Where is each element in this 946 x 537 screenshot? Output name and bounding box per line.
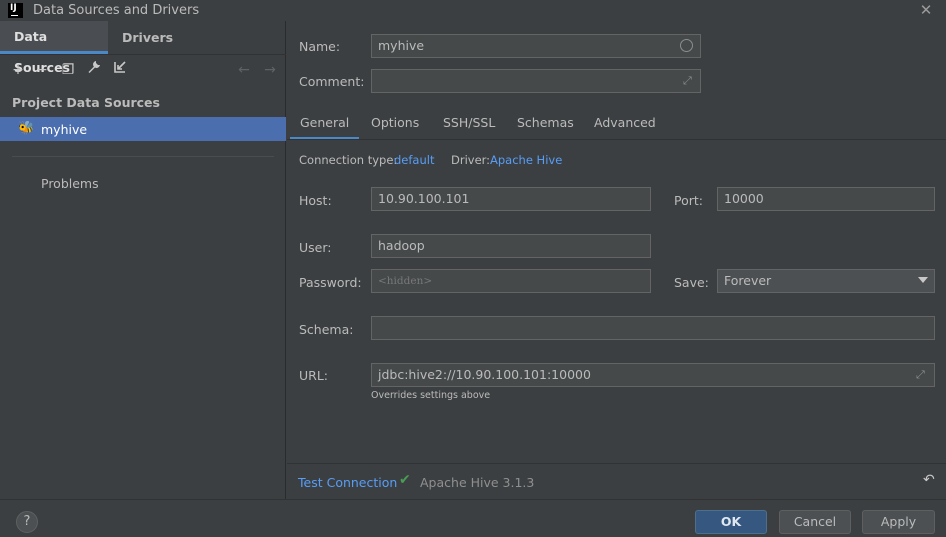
driver-link[interactable]: Apache Hive xyxy=(490,153,562,167)
tab-ssh-ssl[interactable]: SSH/SSL xyxy=(433,112,505,138)
password-field[interactable]: <hidden> xyxy=(371,269,651,293)
host-field[interactable]: 10.90.100.101 xyxy=(371,187,651,211)
tab-advanced[interactable]: Advanced xyxy=(584,112,666,138)
import-icon[interactable] xyxy=(110,60,130,80)
driver-version: Apache Hive 3.1.3 xyxy=(420,475,535,490)
name-label: Name: xyxy=(299,39,341,54)
host-label: Host: xyxy=(299,193,332,208)
divider xyxy=(287,463,946,464)
back-arrow-icon[interactable]: ← xyxy=(234,60,254,80)
undo-icon[interactable]: ↶ xyxy=(923,472,935,488)
add-icon[interactable]: + xyxy=(8,60,28,80)
check-icon: ✔ xyxy=(399,472,411,488)
chevron-down-icon xyxy=(918,277,928,283)
section-title: Project Data Sources xyxy=(12,95,160,110)
name-field[interactable]: myhive xyxy=(371,34,701,58)
forward-arrow-icon[interactable]: → xyxy=(260,60,280,80)
divider xyxy=(287,139,946,140)
app-logo-icon: IJ xyxy=(8,3,23,18)
duplicate-icon[interactable]: ❐ xyxy=(58,60,78,80)
expand-icon[interactable]: ⤢ xyxy=(916,368,925,382)
expand-icon[interactable]: ⤢ xyxy=(683,74,692,88)
tab-general[interactable]: General xyxy=(290,112,360,140)
comment-label: Comment: xyxy=(299,74,365,89)
color-circle-icon[interactable] xyxy=(680,39,693,52)
url-label: URL: xyxy=(299,368,329,383)
user-label: User: xyxy=(299,240,332,255)
schema-field[interactable] xyxy=(371,316,935,340)
divider xyxy=(0,54,286,55)
list-item-label: myhive xyxy=(41,122,88,137)
ok-button[interactable]: OK xyxy=(695,510,767,534)
tab-data-sources[interactable]: Data Sources xyxy=(0,21,108,75)
user-field[interactable]: hadoop xyxy=(371,234,651,258)
cancel-button[interactable]: Cancel xyxy=(779,510,851,534)
left-panel xyxy=(0,21,286,499)
schema-label: Schema: xyxy=(299,322,354,337)
url-hint: Overrides settings above xyxy=(371,390,491,401)
close-icon[interactable]: ✕ xyxy=(916,0,936,20)
url-field[interactable]: jdbc:hive2://10.90.100.101:10000 xyxy=(371,363,935,387)
help-button[interactable]: ? xyxy=(16,511,38,533)
port-field[interactable]: 10000 xyxy=(717,187,935,211)
save-select[interactable]: Forever xyxy=(717,269,935,293)
comment-field[interactable] xyxy=(371,69,701,93)
apply-button[interactable]: Apply xyxy=(862,510,935,534)
tab-schemas[interactable]: Schemas xyxy=(507,112,584,138)
tab-drivers[interactable]: Drivers xyxy=(108,21,187,54)
connection-type-label: Connection type: xyxy=(299,153,398,167)
tab-options[interactable]: Options xyxy=(361,112,429,138)
port-label: Port: xyxy=(674,193,703,208)
window-title: Data Sources and Drivers xyxy=(33,3,200,18)
save-label: Save: xyxy=(674,275,709,290)
divider xyxy=(12,156,274,157)
hive-icon: 🐝 xyxy=(18,121,35,136)
password-label: Password: xyxy=(299,275,362,290)
problems-item[interactable]: Problems xyxy=(41,176,99,191)
connection-type-link[interactable]: default xyxy=(394,153,434,167)
driver-label: Driver: xyxy=(451,153,491,167)
wrench-icon[interactable] xyxy=(84,60,104,80)
remove-icon[interactable]: − xyxy=(32,60,52,80)
test-connection-link[interactable]: Test Connection xyxy=(298,475,397,490)
